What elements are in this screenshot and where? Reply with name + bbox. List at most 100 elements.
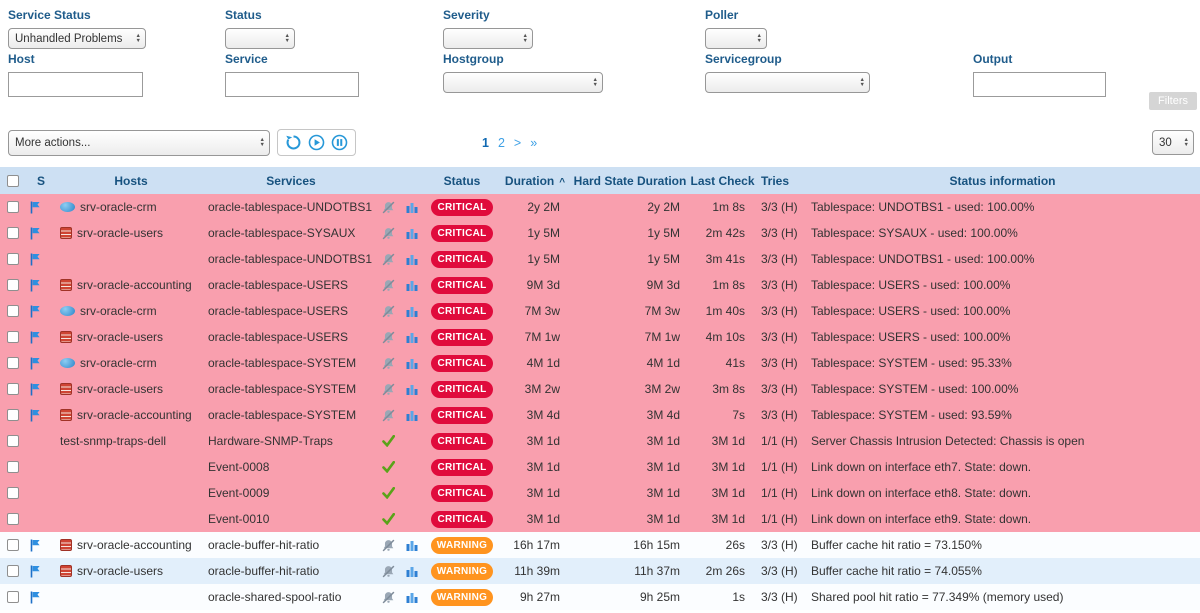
host-link[interactable]: srv-oracle-crm [80, 304, 157, 318]
column-header-duration[interactable]: Duration^ [500, 174, 570, 188]
select-all-checkbox[interactable] [7, 175, 19, 187]
chart-icon[interactable] [406, 539, 418, 551]
chart-icon[interactable] [406, 279, 418, 291]
last-check-cell: 3M 1d [690, 434, 755, 448]
bell-muted-icon [382, 409, 395, 422]
service-link[interactable]: Event-0008 [208, 460, 269, 474]
status-info-cell: Shared pool hit ratio = 77.349% (memory … [805, 590, 1200, 604]
more-actions-select[interactable]: More actions... ▲▼ [8, 130, 270, 156]
last-check-cell: 3M 1d [690, 460, 755, 474]
status-info-cell: Tablespace: USERS - used: 100.00% [805, 330, 1200, 344]
chart-icon[interactable] [406, 201, 418, 213]
bell-muted-icon [382, 201, 395, 214]
row-checkbox[interactable] [7, 253, 19, 265]
chart-icon[interactable] [406, 331, 418, 343]
status-info-cell: Tablespace: SYSTEM - used: 93.59% [805, 408, 1200, 422]
row-checkbox[interactable] [7, 539, 19, 551]
service-link[interactable]: oracle-tablespace-SYSTEM [208, 356, 356, 370]
column-header-services[interactable]: Services [206, 174, 376, 188]
service-link[interactable]: oracle-tablespace-UNDOTBS1 [208, 252, 372, 266]
row-checkbox[interactable] [7, 513, 19, 525]
chart-icon[interactable] [406, 253, 418, 265]
servicegroup-select[interactable]: ▲▼ [705, 72, 870, 93]
service-link[interactable]: Event-0009 [208, 486, 269, 500]
service-link[interactable]: oracle-tablespace-SYSTEM [208, 382, 356, 396]
host-link[interactable]: srv-oracle-crm [80, 200, 157, 214]
hard-duration-cell: 7M 3w [570, 304, 690, 318]
chart-icon[interactable] [406, 565, 418, 577]
green-check-icon [382, 487, 395, 499]
row-checkbox[interactable] [7, 461, 19, 473]
row-checkbox[interactable] [7, 435, 19, 447]
duration-cell: 3M 1d [500, 486, 570, 500]
host-link[interactable]: srv-oracle-users [77, 330, 163, 344]
service-link[interactable]: oracle-tablespace-USERS [208, 330, 348, 344]
last-check-cell: 4m 10s [690, 330, 755, 344]
service-link[interactable]: oracle-tablespace-USERS [208, 278, 348, 292]
column-header-status-information[interactable]: Status information [805, 174, 1200, 188]
service-status-select[interactable]: Unhandled Problems ▲▼ [8, 28, 146, 49]
next-page-link[interactable]: > [514, 136, 521, 150]
severity-select[interactable]: ▲▼ [443, 28, 533, 49]
play-button[interactable] [308, 134, 325, 151]
service-link[interactable]: Event-0010 [208, 512, 269, 526]
host-link[interactable]: srv-oracle-crm [80, 356, 157, 370]
service-link[interactable]: oracle-buffer-hit-ratio [208, 564, 319, 578]
column-header-hosts[interactable]: Hosts [56, 174, 206, 188]
service-input[interactable] [225, 72, 359, 97]
service-link[interactable]: oracle-tablespace-UNDOTBS1 [208, 200, 372, 214]
hard-duration-cell: 11h 37m [570, 564, 690, 578]
service-link[interactable]: oracle-tablespace-USERS [208, 304, 348, 318]
column-header-hard-state-duration[interactable]: Hard State Duration [570, 174, 690, 188]
chart-icon[interactable] [406, 591, 418, 603]
service-link[interactable]: Hardware-SNMP-Traps [208, 434, 333, 448]
chart-icon[interactable] [406, 305, 418, 317]
service-link[interactable]: oracle-shared-spool-ratio [208, 590, 341, 604]
last-page-link[interactable]: » [530, 136, 537, 150]
service-link[interactable]: oracle-tablespace-SYSTEM [208, 408, 356, 422]
refresh-button[interactable] [285, 134, 302, 151]
page-1-link[interactable]: 1 [482, 136, 489, 150]
row-checkbox[interactable] [7, 279, 19, 291]
output-input[interactable] [973, 72, 1106, 97]
hostgroup-select[interactable]: ▲▼ [443, 72, 603, 93]
row-checkbox[interactable] [7, 227, 19, 239]
row-checkbox[interactable] [7, 487, 19, 499]
column-header-status[interactable]: Status [424, 174, 500, 188]
row-checkbox[interactable] [7, 305, 19, 317]
chart-icon[interactable] [406, 409, 418, 421]
host-link[interactable]: test-snmp-traps-dell [60, 434, 166, 448]
host-link[interactable]: srv-oracle-accounting [77, 408, 192, 422]
host-link[interactable]: srv-oracle-users [77, 564, 163, 578]
row-checkbox[interactable] [7, 331, 19, 343]
row-checkbox[interactable] [7, 591, 19, 603]
last-check-cell: 2m 26s [690, 564, 755, 578]
chart-icon[interactable] [406, 383, 418, 395]
service-link[interactable]: oracle-tablespace-SYSAUX [208, 226, 355, 240]
service-link[interactable]: oracle-buffer-hit-ratio [208, 538, 319, 552]
last-check-cell: 1m 8s [690, 278, 755, 292]
pause-button[interactable] [331, 134, 348, 151]
flag-icon [30, 539, 41, 552]
filter-severity: Severity ▲▼ [443, 8, 533, 49]
row-checkbox[interactable] [7, 409, 19, 421]
row-checkbox[interactable] [7, 357, 19, 369]
status-select[interactable]: ▲▼ [225, 28, 295, 49]
host-input[interactable] [8, 72, 143, 97]
host-link[interactable]: srv-oracle-accounting [77, 538, 192, 552]
row-checkbox[interactable] [7, 383, 19, 395]
poller-select[interactable]: ▲▼ [705, 28, 767, 49]
column-header-tries[interactable]: Tries [755, 174, 805, 188]
host-link[interactable]: srv-oracle-accounting [77, 278, 192, 292]
column-header-last-check[interactable]: Last Check [690, 174, 755, 188]
page-size-select[interactable]: 30 ▲▼ [1152, 130, 1194, 155]
chart-icon[interactable] [406, 357, 418, 369]
host-link[interactable]: srv-oracle-users [77, 226, 163, 240]
pagination: 1 2 > » [482, 136, 537, 150]
row-checkbox[interactable] [7, 565, 19, 577]
host-link[interactable]: srv-oracle-users [77, 382, 163, 396]
filters-tab-button[interactable]: Filters [1149, 92, 1197, 110]
chart-icon[interactable] [406, 227, 418, 239]
row-checkbox[interactable] [7, 201, 19, 213]
page-2-link[interactable]: 2 [498, 136, 505, 150]
